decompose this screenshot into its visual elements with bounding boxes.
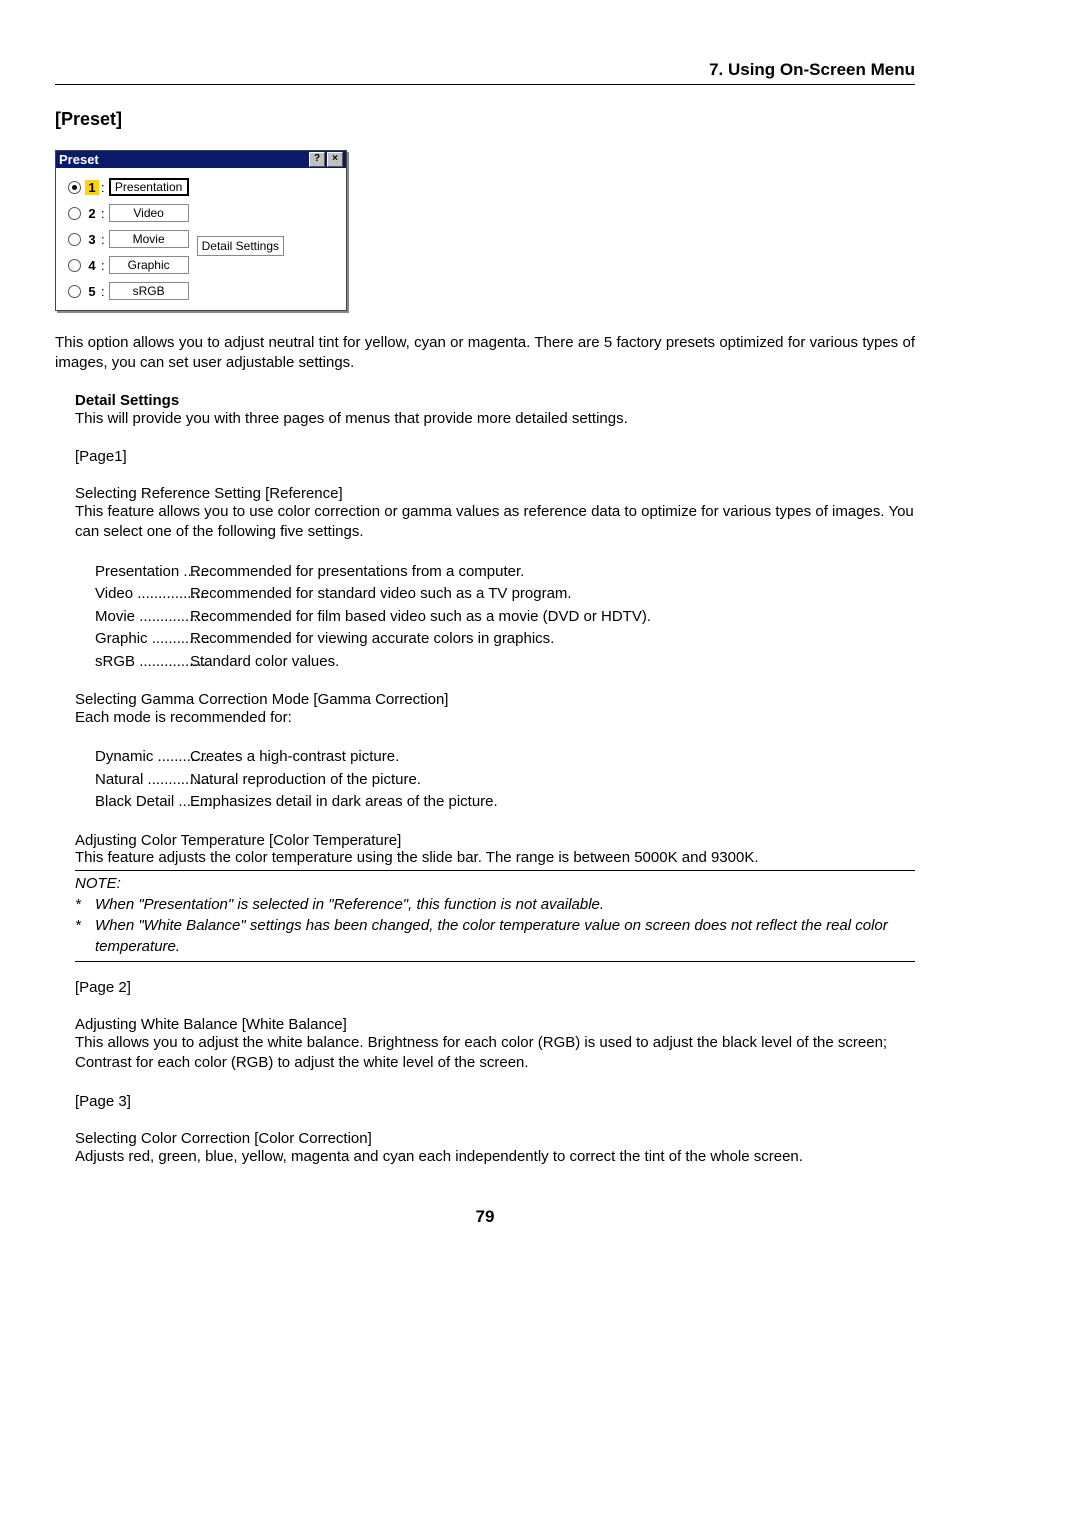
reference-list: Presentation ...... Recommended for pres…	[95, 561, 915, 674]
color-temp-title: Adjusting Color Temperature [Color Tempe…	[75, 832, 915, 849]
color-correction-desc: Adjusts red, green, blue, yellow, magent…	[75, 1147, 915, 1167]
page-header: 7. Using On-Screen Menu	[55, 60, 915, 85]
asterisk-icon: *	[75, 915, 95, 957]
note-block: NOTE: * When "Presentation" is selected …	[75, 870, 915, 962]
help-icon[interactable]: ?	[309, 152, 325, 167]
note-item: * When "Presentation" is selected in "Re…	[75, 894, 915, 915]
list-item: Movie ................ Recommended for f…	[95, 606, 915, 629]
reference-title: Selecting Reference Setting [Reference]	[75, 485, 915, 502]
preset-label[interactable]: Graphic	[109, 256, 189, 274]
preset-num: 2	[85, 206, 99, 221]
asterisk-icon: *	[75, 894, 95, 915]
color-correction-title: Selecting Color Correction [Color Correc…	[75, 1130, 915, 1147]
note-label: NOTE:	[75, 873, 915, 894]
page1-label: [Page1]	[75, 447, 915, 467]
radio-icon[interactable]	[68, 181, 81, 194]
list-item: Dynamic ............ Creates a high-cont…	[95, 746, 915, 769]
note-item: * When "White Balance" settings has been…	[75, 915, 915, 957]
preset-row-3[interactable]: 3 : Movie	[68, 230, 189, 248]
preset-num: 5	[85, 284, 99, 299]
color-temp-desc: This feature adjusts the color temperatu…	[75, 849, 915, 866]
list-item: Black Detail ........ Emphasizes detail …	[95, 791, 915, 814]
preset-num: 1	[85, 180, 99, 195]
radio-icon[interactable]	[68, 207, 81, 220]
preset-num: 3	[85, 232, 99, 247]
colon: :	[101, 180, 105, 195]
list-item: Video ................. Recommended for …	[95, 583, 915, 606]
page3-label: [Page 3]	[75, 1092, 915, 1112]
preset-label[interactable]: Presentation	[109, 178, 189, 196]
section-title: [Preset]	[55, 109, 915, 130]
preset-num: 4	[85, 258, 99, 273]
colon: :	[101, 258, 105, 273]
radio-icon[interactable]	[68, 233, 81, 246]
colon: :	[101, 284, 105, 299]
preset-list: 1 : Presentation 2 : Video 3 : Movie 4 :…	[68, 178, 189, 300]
close-icon[interactable]: ×	[327, 152, 343, 167]
preset-label[interactable]: Video	[109, 204, 189, 222]
detail-settings-button[interactable]: Detail Settings	[197, 236, 284, 256]
radio-icon[interactable]	[68, 259, 81, 272]
gamma-desc: Each mode is recommended for:	[75, 708, 915, 728]
list-item: sRGB ................. Standard color va…	[95, 651, 915, 674]
reference-desc: This feature allows you to use color cor…	[75, 502, 915, 543]
preset-dialog: Preset ? × 1 : Presentation 2 : Video 3 …	[55, 150, 347, 311]
page-number: 79	[55, 1207, 915, 1227]
preset-label[interactable]: Movie	[109, 230, 189, 248]
white-balance-title: Adjusting White Balance [White Balance]	[75, 1016, 915, 1033]
colon: :	[101, 232, 105, 247]
dialog-title-icons: ? ×	[309, 152, 343, 167]
detail-settings-heading: Detail Settings	[75, 392, 915, 409]
page2-label: [Page 2]	[75, 978, 915, 998]
gamma-list: Dynamic ............ Creates a high-cont…	[95, 746, 915, 814]
intro-text: This option allows you to adjust neutral…	[55, 333, 915, 374]
list-item: Natural ............... Natural reproduc…	[95, 769, 915, 792]
dialog-body: 1 : Presentation 2 : Video 3 : Movie 4 :…	[56, 168, 346, 310]
dialog-titlebar: Preset ? ×	[56, 151, 346, 168]
list-item: Presentation ...... Recommended for pres…	[95, 561, 915, 584]
gamma-title: Selecting Gamma Correction Mode [Gamma C…	[75, 691, 915, 708]
dialog-title-text: Preset	[59, 152, 99, 167]
list-item: Graphic .............. Recommended for v…	[95, 628, 915, 651]
preset-row-4[interactable]: 4 : Graphic	[68, 256, 189, 274]
colon: :	[101, 206, 105, 221]
preset-row-5[interactable]: 5 : sRGB	[68, 282, 189, 300]
detail-settings-desc: This will provide you with three pages o…	[75, 409, 915, 429]
preset-row-2[interactable]: 2 : Video	[68, 204, 189, 222]
preset-row-1[interactable]: 1 : Presentation	[68, 178, 189, 196]
radio-icon[interactable]	[68, 285, 81, 298]
white-balance-desc: This allows you to adjust the white bala…	[75, 1033, 915, 1074]
preset-label[interactable]: sRGB	[109, 282, 189, 300]
